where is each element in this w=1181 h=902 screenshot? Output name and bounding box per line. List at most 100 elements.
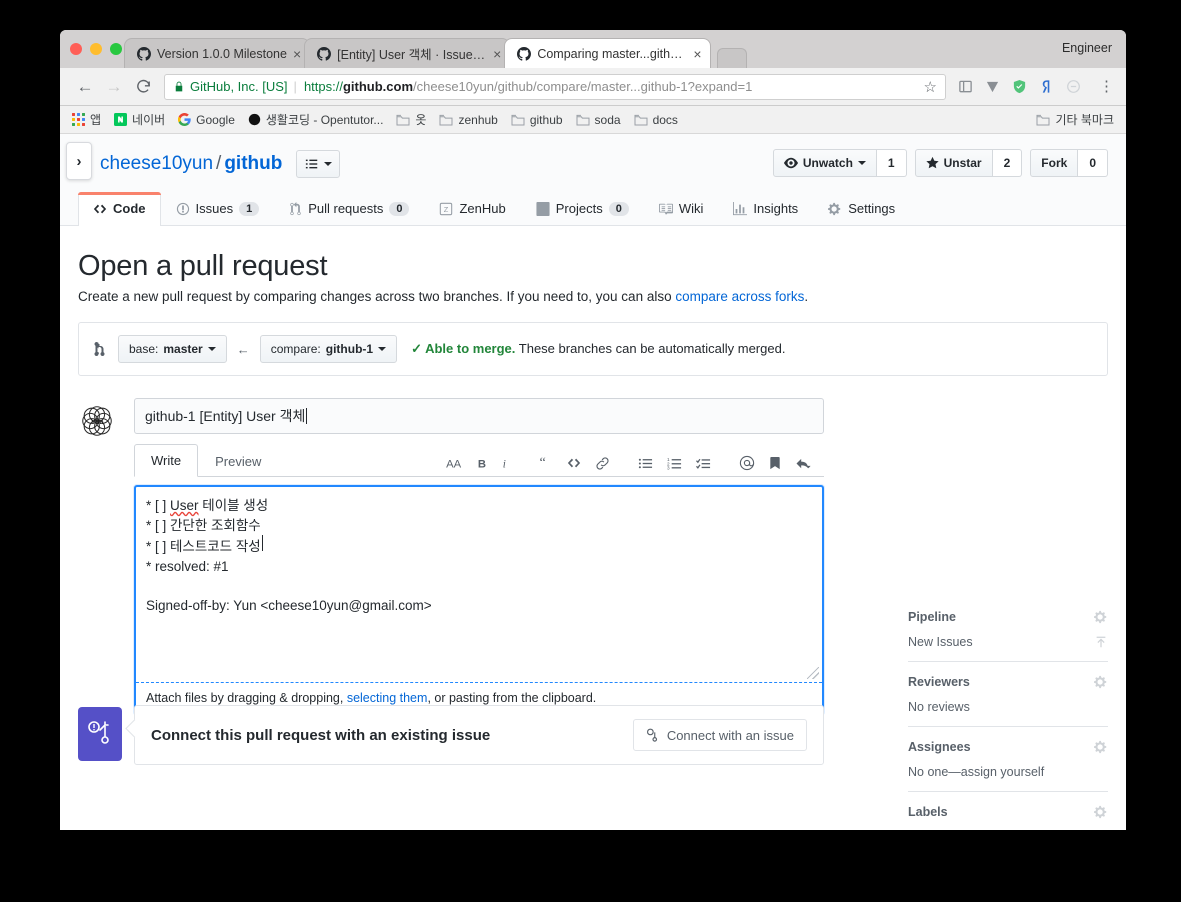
maximize-window-button[interactable] xyxy=(110,43,122,55)
sidebar-heading: Labels xyxy=(908,805,1108,819)
gear-icon[interactable] xyxy=(1094,805,1108,819)
fork-button-group: Fork 0 xyxy=(1030,149,1108,177)
bookmark-label: soda xyxy=(594,112,621,127)
bookmark-folder-soda[interactable]: soda xyxy=(576,113,621,127)
page-subtitle: Create a new pull request by comparing c… xyxy=(78,289,809,304)
saved-replies-icon[interactable] xyxy=(762,456,788,471)
bookmark-label: 앱 xyxy=(90,113,102,127)
address-bar[interactable]: GitHub, Inc. [US] | https://github.com/c… xyxy=(164,73,946,100)
link-icon[interactable] xyxy=(588,456,617,471)
browser-tab-2[interactable]: [Entity] User 객체 · Issue #1 · ch × xyxy=(304,38,511,68)
sidebar-label: Labels xyxy=(908,805,948,819)
code-icon[interactable] xyxy=(560,456,588,470)
branch-compare-bar: base: master ← compare: github-1 ✓ Able … xyxy=(78,322,1108,376)
git-compare-icon xyxy=(93,341,108,357)
compare-across-forks-link[interactable]: compare across forks xyxy=(675,289,804,304)
close-window-button[interactable] xyxy=(70,43,82,55)
chevron-down-icon xyxy=(207,347,216,351)
star-count[interactable]: 2 xyxy=(992,149,1023,177)
bookmark-folder-ot[interactable]: 옷 xyxy=(396,111,426,128)
desktop-background: Version 1.0.0 Milestone × [Entity] User … xyxy=(0,0,1181,902)
bookmarks-bar: 앱 네이버 Google 생활코딩 - Opentutor... 옷 zenhu… xyxy=(60,106,1126,134)
repo-tab-insights[interactable]: Insights xyxy=(718,192,813,225)
tab-preview[interactable]: Preview xyxy=(198,445,278,477)
pull-request-title-input[interactable]: github-1 [Entity] User 객체 xyxy=(134,398,824,434)
compare-branch-button[interactable]: compare: github-1 xyxy=(259,335,398,363)
quote-icon[interactable]: “ xyxy=(532,456,560,471)
bookmark-naver[interactable]: 네이버 xyxy=(114,111,165,128)
connect-with-issue-button[interactable]: Connect with an issue xyxy=(632,719,807,751)
reading-list-icon[interactable] xyxy=(956,78,974,96)
project-icon xyxy=(536,201,550,216)
textarea-resize-handle[interactable] xyxy=(807,667,819,679)
reply-icon[interactable] xyxy=(788,456,820,471)
bookmark-label: 옷 xyxy=(415,113,427,127)
bookmark-apps[interactable]: 앱 xyxy=(72,111,101,128)
profile-name[interactable]: Engineer xyxy=(1062,41,1112,55)
url-text: https://github.com/cheese10yun/github/co… xyxy=(303,79,753,94)
gear-icon[interactable] xyxy=(1094,675,1108,689)
bold-icon[interactable]: B xyxy=(470,456,495,471)
repository-header: › cheese10yun / github Unwatch 1 Unstar … xyxy=(60,134,1126,226)
repo-tab-zenhub[interactable]: Z ZenHub xyxy=(424,192,520,225)
bookmark-other-bookmarks[interactable]: 기타 북마크 xyxy=(1036,111,1114,128)
back-button[interactable]: ← xyxy=(72,74,98,100)
browser-tab-3-active[interactable]: Comparing master...github-1 · c × xyxy=(504,38,711,68)
secure-site-label: GitHub, Inc. [US] xyxy=(190,79,288,94)
repo-tab-wiki[interactable]: Wiki xyxy=(644,192,719,225)
base-prefix: base: xyxy=(129,342,159,356)
selecting-them-link[interactable]: selecting them xyxy=(347,691,428,705)
repo-owner-link[interactable]: cheese10yun xyxy=(100,153,213,174)
gear-icon[interactable] xyxy=(1094,610,1108,624)
repo-tab-pull-requests[interactable]: Pull requests 0 xyxy=(274,192,424,225)
task-list-icon[interactable] xyxy=(689,456,718,471)
browser-tab-1[interactable]: Version 1.0.0 Milestone × xyxy=(124,38,311,68)
vimeo-extension-icon[interactable] xyxy=(983,78,1001,96)
minimize-window-button[interactable] xyxy=(90,43,102,55)
spellcheck-word: User xyxy=(170,498,199,513)
unordered-list-icon[interactable] xyxy=(631,456,660,471)
base-branch-button[interactable]: base: master xyxy=(118,335,227,363)
unstar-button[interactable]: Unstar xyxy=(914,149,993,177)
sidebar-toggle-button[interactable]: › xyxy=(66,142,92,180)
fork-button[interactable]: Fork xyxy=(1030,149,1079,177)
repo-tab-issues[interactable]: Issues 1 xyxy=(161,192,275,225)
italic-icon[interactable]: i xyxy=(495,456,518,471)
ordered-list-icon[interactable]: 123 xyxy=(660,456,689,471)
apps-grid-icon xyxy=(72,113,85,126)
watch-count[interactable]: 1 xyxy=(876,149,907,177)
description-textarea[interactable]: * [ ] User 테이블 생성 * [ ] 간단한 조회함수 * [ ] 테… xyxy=(136,487,822,683)
tab-write[interactable]: Write xyxy=(134,444,199,477)
repo-name-link[interactable]: github xyxy=(224,153,282,174)
heading-icon[interactable]: AA xyxy=(439,456,470,471)
github-favicon xyxy=(137,46,151,61)
yandex-extension-icon[interactable] xyxy=(1037,78,1055,96)
gear-icon[interactable] xyxy=(1094,740,1108,754)
bookmark-folder-docs[interactable]: docs xyxy=(634,113,678,127)
close-tab-icon[interactable]: × xyxy=(293,47,301,61)
bookmark-google[interactable]: Google xyxy=(178,113,235,127)
repo-tab-settings[interactable]: Settings xyxy=(813,192,910,225)
forward-button[interactable]: → xyxy=(101,74,127,100)
repo-tab-projects[interactable]: Projects 0 xyxy=(521,192,644,225)
new-tab-button[interactable] xyxy=(716,48,747,68)
move-to-top-icon[interactable] xyxy=(1094,635,1108,649)
unwatch-button[interactable]: Unwatch xyxy=(772,149,877,177)
bookmark-star-icon[interactable]: ☆ xyxy=(916,78,937,96)
bookmark-opentutorials[interactable]: 생활코딩 - Opentutor... xyxy=(248,111,383,128)
generic-extension-icon[interactable] xyxy=(1064,78,1082,96)
reload-button[interactable] xyxy=(130,74,156,100)
fork-count[interactable]: 0 xyxy=(1078,149,1108,177)
close-tab-icon[interactable]: × xyxy=(493,47,501,61)
bookmark-folder-github[interactable]: github xyxy=(511,113,563,127)
repo-tab-code[interactable]: Code xyxy=(78,192,161,226)
bookmark-folder-zenhub[interactable]: zenhub xyxy=(439,113,498,127)
description-textarea-wrapper: * [ ] User 테이블 생성 * [ ] 간단한 조회함수 * [ ] 테… xyxy=(134,485,824,715)
mention-icon[interactable] xyxy=(732,455,762,471)
adblock-shield-icon[interactable] xyxy=(1010,78,1028,96)
svg-text:i: i xyxy=(503,458,506,470)
close-tab-icon[interactable]: × xyxy=(693,47,701,61)
browser-menu-icon[interactable]: ⋮ xyxy=(1099,79,1114,94)
repo-list-menu-button[interactable] xyxy=(296,150,341,178)
sidebar-value[interactable]: No one—assign yourself xyxy=(908,765,1044,779)
